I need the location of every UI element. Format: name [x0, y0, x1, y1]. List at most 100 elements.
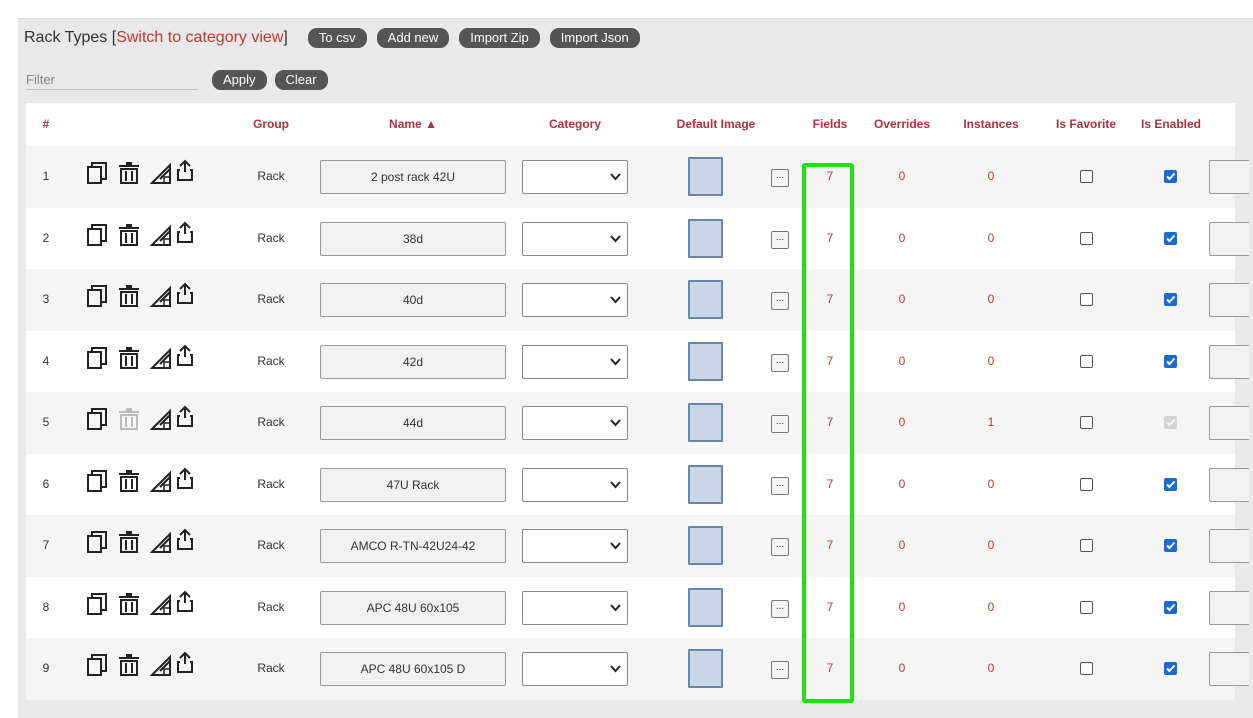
default-image-thumbnail[interactable]: [688, 403, 723, 442]
is-favorite-checkbox[interactable]: [1080, 293, 1093, 306]
instances-count[interactable]: 0: [971, 208, 1011, 269]
col-overrides[interactable]: Overrides: [866, 103, 938, 146]
edit-icon[interactable]: [150, 162, 172, 184]
default-image-thumbnail[interactable]: [688, 464, 723, 504]
choose-image-button[interactable]: ...: [771, 415, 789, 433]
export-icon[interactable]: [176, 467, 194, 489]
fields-count[interactable]: 7: [810, 638, 850, 699]
col-group[interactable]: Group: [246, 103, 296, 146]
instances-count[interactable]: 1: [971, 392, 1011, 453]
name-input[interactable]: 2 post rack 42U: [320, 160, 506, 194]
truncated-input[interactable]: [1209, 221, 1249, 256]
is-enabled-checkbox[interactable]: [1164, 354, 1177, 368]
truncated-input[interactable]: [1209, 283, 1249, 317]
copy-icon[interactable]: [86, 469, 108, 492]
col-default-image[interactable]: Default Image: [666, 103, 766, 146]
is-enabled-checkbox[interactable]: [1164, 539, 1177, 552]
choose-image-button[interactable]: ...: [771, 230, 789, 249]
overrides-count[interactable]: 0: [882, 577, 922, 638]
category-select[interactable]: [522, 467, 628, 502]
default-image-thumbnail[interactable]: [688, 157, 723, 196]
trash-icon[interactable]: [118, 408, 140, 430]
is-favorite-checkbox[interactable]: [1080, 354, 1093, 368]
col-name[interactable]: Name ▲: [320, 103, 506, 146]
truncated-input[interactable]: [1209, 467, 1249, 502]
edit-icon[interactable]: [150, 224, 172, 246]
edit-icon[interactable]: [150, 470, 172, 492]
name-input[interactable]: APC 48U 60x105 D: [320, 652, 506, 686]
edit-icon[interactable]: [150, 285, 172, 307]
choose-image-button[interactable]: ...: [771, 476, 789, 495]
overrides-count[interactable]: 0: [882, 515, 922, 576]
fields-count[interactable]: 7: [810, 331, 850, 392]
truncated-input[interactable]: [1209, 344, 1249, 379]
to-csv-button[interactable]: To csv: [307, 28, 367, 48]
is-enabled-checkbox[interactable]: [1164, 293, 1177, 306]
truncated-input[interactable]: [1209, 652, 1249, 686]
instances-count[interactable]: 0: [971, 269, 1011, 330]
import-json-button[interactable]: Import Json: [549, 28, 640, 48]
truncated-input[interactable]: [1209, 160, 1249, 194]
instances-count[interactable]: 0: [971, 146, 1011, 207]
name-input[interactable]: 40d: [320, 283, 506, 317]
instances-count[interactable]: 0: [971, 638, 1011, 699]
instances-count[interactable]: 0: [971, 331, 1011, 392]
category-select[interactable]: [522, 406, 628, 440]
default-image-thumbnail[interactable]: [688, 280, 723, 319]
import-zip-button[interactable]: Import Zip: [459, 28, 540, 48]
col-category[interactable]: Category: [522, 103, 628, 146]
category-select[interactable]: [522, 344, 628, 379]
is-enabled-checkbox[interactable]: [1164, 170, 1177, 183]
name-input[interactable]: 42d: [320, 344, 506, 379]
export-icon[interactable]: [176, 590, 194, 612]
name-input[interactable]: 44d: [320, 406, 506, 440]
col-is-enabled[interactable]: Is Enabled: [1126, 103, 1216, 146]
default-image-thumbnail[interactable]: [688, 218, 723, 258]
trash-icon[interactable]: [118, 162, 140, 184]
switch-to-category-view-link[interactable]: Switch to category view: [116, 29, 283, 46]
truncated-input[interactable]: [1209, 529, 1249, 563]
export-icon[interactable]: [176, 221, 194, 243]
trash-icon[interactable]: [118, 223, 140, 246]
export-icon[interactable]: [176, 405, 194, 427]
export-icon[interactable]: [176, 528, 194, 550]
is-favorite-checkbox[interactable]: [1080, 600, 1093, 614]
is-favorite-checkbox[interactable]: [1080, 539, 1093, 552]
export-icon[interactable]: [176, 159, 194, 181]
add-new-button[interactable]: Add new: [376, 28, 450, 48]
copy-icon[interactable]: [86, 223, 108, 246]
is-enabled-checkbox[interactable]: [1164, 662, 1177, 675]
copy-icon[interactable]: [86, 531, 108, 553]
overrides-count[interactable]: 0: [882, 146, 922, 207]
copy-icon[interactable]: [86, 162, 108, 184]
category-select[interactable]: [522, 221, 628, 256]
overrides-count[interactable]: 0: [882, 638, 922, 699]
choose-image-button[interactable]: ...: [771, 538, 789, 556]
clear-button[interactable]: Clear: [274, 70, 328, 90]
fields-count[interactable]: 7: [810, 515, 850, 576]
choose-image-button[interactable]: ...: [771, 353, 789, 372]
default-image-thumbnail[interactable]: [688, 649, 723, 688]
copy-icon[interactable]: [86, 654, 108, 676]
fields-count[interactable]: 7: [810, 392, 850, 453]
choose-image-button[interactable]: ...: [771, 292, 789, 310]
trash-icon[interactable]: [118, 285, 140, 307]
copy-icon[interactable]: [86, 285, 108, 307]
fields-count[interactable]: 7: [810, 269, 850, 330]
is-enabled-checkbox[interactable]: [1164, 600, 1177, 614]
category-select[interactable]: [522, 529, 628, 563]
trash-icon[interactable]: [118, 469, 140, 492]
is-favorite-checkbox[interactable]: [1080, 477, 1093, 491]
choose-image-button[interactable]: ...: [771, 169, 789, 187]
overrides-count[interactable]: 0: [882, 454, 922, 515]
name-input[interactable]: 38d: [320, 221, 506, 256]
fields-count[interactable]: 7: [810, 208, 850, 269]
category-select[interactable]: [522, 590, 628, 625]
is-favorite-checkbox[interactable]: [1080, 170, 1093, 183]
edit-icon[interactable]: [150, 531, 172, 553]
is-enabled-checkbox[interactable]: [1164, 477, 1177, 491]
col-instances[interactable]: Instances: [951, 103, 1031, 146]
copy-icon[interactable]: [86, 346, 108, 369]
instances-count[interactable]: 0: [971, 454, 1011, 515]
truncated-input[interactable]: [1209, 406, 1249, 440]
